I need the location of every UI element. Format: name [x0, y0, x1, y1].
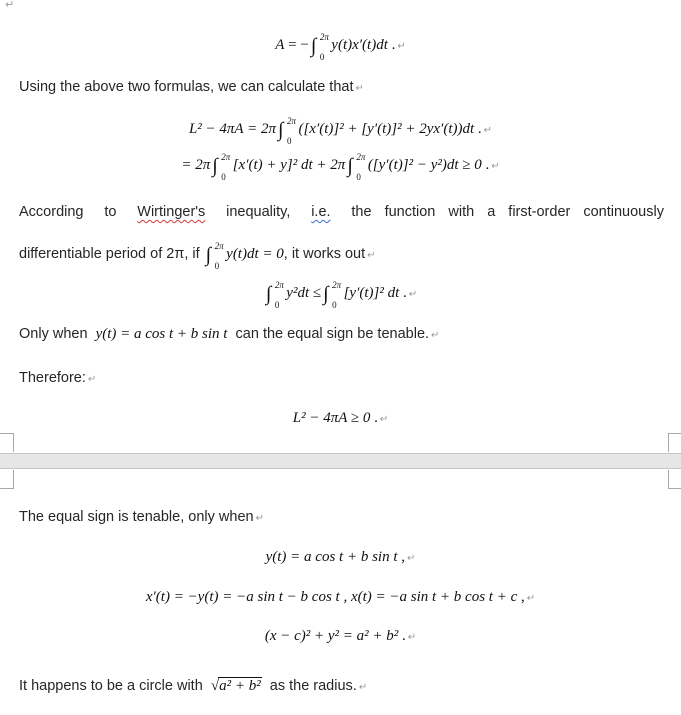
upper-limit: 2π	[356, 152, 366, 162]
equation-circle: (x − c)² + y² = a² + b² . ↵	[0, 628, 681, 645]
eq-expr: y(t) = a cos t + b sin t	[265, 549, 398, 565]
paragraph-mark: ↵	[407, 553, 416, 564]
paragraph-using: Using the above two formulas, we can cal…	[19, 79, 364, 95]
eq-end: .	[481, 157, 490, 173]
integral-sign: ∫ 2π 0	[323, 280, 342, 310]
word: According	[19, 204, 84, 220]
paragraph-wirtinger: According to Wirtinger's inequality, i.e…	[19, 204, 664, 220]
text-run: the function with a first-order continuo…	[351, 204, 664, 220]
equation-y: y(t) = a cos t + b sin t , ↵	[0, 549, 681, 566]
paragraph-equal-sign: The equal sign is tenable, only when ↵	[19, 509, 264, 525]
paragraph-text: Therefore:	[19, 370, 86, 386]
lower-limit: 0	[214, 261, 220, 271]
integrand: [y′(t)]² dt	[343, 285, 400, 301]
spelling-error-word[interactable]: Wirtinger's	[137, 204, 205, 220]
grammar-error-word[interactable]: i.e.	[311, 204, 330, 220]
page-corner-mark-top-right	[668, 433, 681, 452]
text-run: as the radius.	[269, 678, 357, 694]
paragraph-mark: ↵	[526, 593, 536, 604]
lower-limit: 0	[274, 300, 280, 310]
integral-sign: ∫ 2π 0	[265, 280, 284, 310]
paragraph-mark: ↵	[255, 513, 264, 524]
paragraph-differentiable: differentiable period of 2π, if ∫ 2π 0 y(t)…	[19, 241, 376, 271]
equation-l2-line1: L² − 4πA = 2π ∫ 2π 0 ([x′(t)]² + [y′(t)]² + …	[0, 116, 681, 146]
upper-limit: 2π	[214, 241, 224, 251]
integrand: [x′(t) + y]² dt + 2π	[232, 157, 346, 173]
text-run: Only when	[19, 326, 88, 342]
paragraph-mark: ↵	[5, 0, 15, 11]
integrand: y(t)x′(t)dt	[331, 37, 388, 53]
eq-expr: L² − 4πA ≥ 0	[292, 410, 371, 426]
text-run: differentiable period of 2π, if	[19, 246, 200, 262]
paragraph-mark: ↵	[358, 682, 368, 693]
eq-end: .	[399, 285, 407, 301]
paragraph-only-when: Only when y(t) = a cos t + b sin t can t…	[19, 326, 439, 343]
integrand: ([x′(t)]² + [y′(t)]² + 2yx′(t))dt	[298, 121, 475, 137]
equation-wirtinger: ∫ 2π 0 y²dt ≤ ∫ 2π 0 [y′(t)]² dt . ↵	[0, 280, 681, 310]
integral-sign: ∫ 2π 0	[277, 116, 296, 146]
paragraph-mark: ↵	[367, 250, 376, 261]
paragraph-mark: ↵	[431, 330, 440, 341]
text-run: It happens to be a circle with	[19, 678, 203, 694]
lower-limit: 0	[221, 172, 226, 182]
upper-limit: 2π	[319, 32, 329, 42]
word: to	[104, 204, 117, 220]
radical-expression: √a² + b²	[211, 677, 262, 694]
paragraph-mark: ↵	[483, 125, 493, 136]
integrand: y(t)dt = 0	[226, 246, 284, 262]
paragraph-circle: It happens to be a circle with √a² + b² …	[19, 677, 367, 695]
paragraph-mark: ↵	[87, 374, 97, 385]
equation-x: x′(t) = −y(t) = −a sin t − b cos t , x(t…	[0, 589, 681, 606]
lower-limit: 0	[286, 136, 292, 146]
eq-end: .	[387, 37, 396, 53]
upper-limit: 2π	[221, 152, 231, 162]
page-corner-mark-bottom-right	[668, 470, 681, 489]
eq-lhs: L² − 4πA = 2π	[188, 121, 276, 137]
upper-limit: 2π	[332, 280, 342, 290]
eq-end: .	[398, 628, 406, 644]
paragraph-text: The equal sign is tenable, only when	[19, 509, 254, 525]
integrand: ([y′(t)]² − y²)dt ≥ 0	[367, 157, 482, 173]
radicand: a² + b²	[218, 677, 262, 694]
integral-sign: ∫ 2π 0	[205, 241, 224, 271]
equation-area: A = − ∫ 2π 0 y(t)x′(t)dt . ↵	[0, 32, 681, 62]
word: inequality,	[226, 204, 291, 220]
integral-sign: ∫ 2π 0	[347, 152, 366, 182]
paragraph-mark: ↵	[407, 632, 417, 643]
integrand: y²dt ≤	[286, 285, 322, 301]
integral-sign: ∫ 2π 0	[310, 32, 329, 62]
eq-expr: x′(t) = −y(t) = −a sin t − b cos t , x(t…	[145, 589, 518, 605]
equation-result: L² − 4πA ≥ 0 . ↵	[0, 410, 681, 427]
eq-end: .	[370, 410, 378, 426]
eq-start: = 2π	[181, 157, 211, 173]
eq-end: ,	[517, 589, 525, 605]
eq-lhs: A	[275, 37, 285, 53]
integral-sign: ∫ 2π 0	[212, 152, 231, 182]
eq-rel: = −	[284, 37, 309, 53]
page-corner-mark-top-left	[0, 433, 14, 452]
paragraph-mark: ↵	[397, 41, 406, 52]
paragraph-therefore: Therefore: ↵	[19, 370, 96, 386]
text-run: , it works out	[283, 246, 366, 262]
page-break-gap	[0, 453, 681, 469]
eq-expr: (x − c)² + y² = a² + b²	[264, 628, 399, 644]
text-run: can the equal sign be tenable.	[235, 326, 430, 342]
paragraph-mark: ↵	[491, 161, 500, 172]
lower-limit: 0	[319, 52, 325, 62]
page-corner-mark-bottom-left	[0, 470, 14, 489]
eq-end: .	[474, 121, 482, 137]
paragraph-mark: ↵	[408, 289, 418, 300]
lower-limit: 0	[332, 300, 337, 310]
paragraph-mark: ↵	[379, 414, 389, 425]
inline-math: y(t) = a cos t + b sin t	[95, 326, 228, 342]
equation-l2-line2: = 2π ∫ 2π 0 [x′(t) + y]² dt + 2π ∫ 2π 0 ([y′(t)]…	[0, 152, 681, 182]
lower-limit: 0	[356, 172, 361, 182]
upper-limit: 2π	[286, 116, 296, 126]
eq-end: ,	[397, 549, 405, 565]
upper-limit: 2π	[274, 280, 284, 290]
paragraph-text: Using the above two formulas, we can cal…	[19, 79, 354, 95]
paragraph-mark: ↵	[355, 83, 364, 94]
